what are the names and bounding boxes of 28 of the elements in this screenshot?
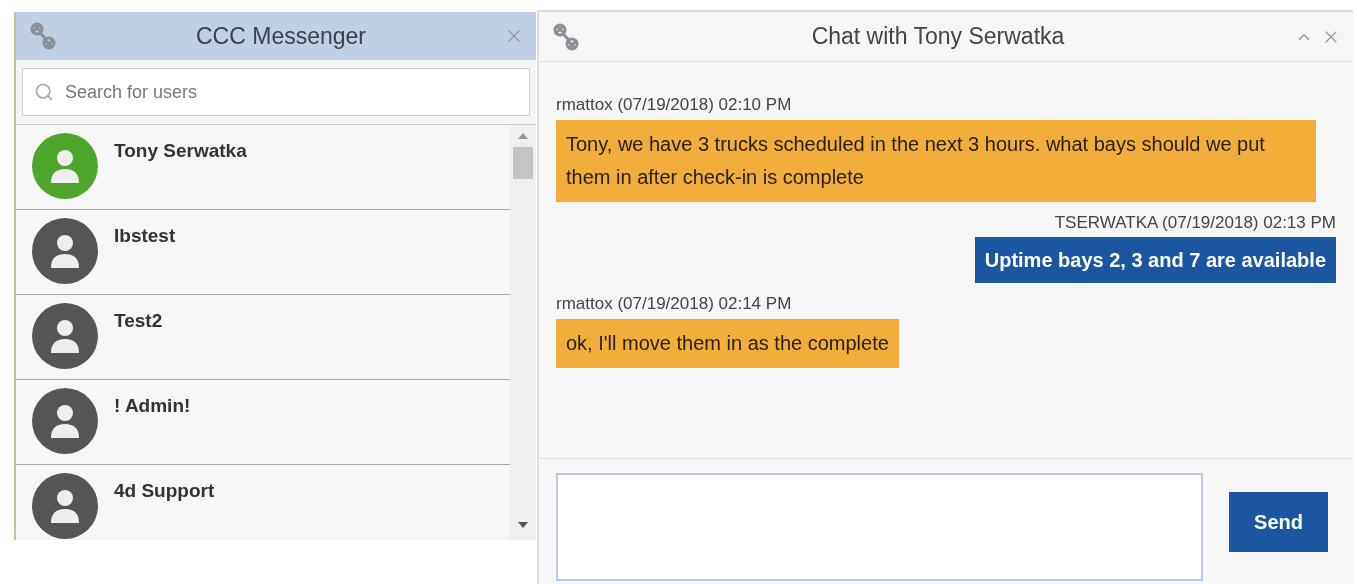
search-icon [34, 82, 54, 102]
message-meta: rmattox (07/19/2018) 02:10 PM [556, 94, 792, 116]
message-bubble: ok, I'll move them in as the complete [556, 318, 899, 368]
contact-item[interactable]: ! Admin! [16, 380, 510, 465]
contact-item[interactable]: Test2 [16, 295, 510, 380]
logo-icon [28, 21, 58, 51]
contact-item[interactable]: Tony Serwatka [16, 125, 510, 210]
contact-name: Ibstest [114, 224, 176, 248]
message-bubble: Uptime bays 2, 3 and 7 are available [974, 237, 1336, 283]
message-meta: rmattox (07/19/2018) 02:14 PM [556, 293, 792, 315]
scrollbar[interactable] [510, 125, 536, 540]
scroll-up-icon[interactable] [518, 133, 528, 139]
message-bubble: Tony, we have 3 trucks scheduled in the next 3 hours. what bays should we put them in after check-in is complete [556, 119, 1316, 202]
contact-name: ! Admin! [114, 394, 191, 418]
scroll-down-icon[interactable] [518, 522, 528, 528]
contact-name: Tony Serwatka [114, 139, 247, 163]
window-title: CCC Messenger [195, 21, 367, 51]
contact-item[interactable]: Ibstest [16, 210, 510, 295]
contact-item[interactable]: 4d Support [16, 465, 510, 540]
chat-title: Chat with Tony Serwatka [810, 22, 1066, 52]
logo-icon [551, 21, 581, 52]
message-meta: TSERWATKA (07/19/2018) 02:13 PM [1054, 211, 1336, 234]
contact-name: 4d Support [114, 479, 215, 503]
scroll-thumb[interactable] [513, 147, 533, 179]
search-field[interactable]: Search for users [22, 68, 530, 116]
send-button[interactable]: Send [1229, 491, 1328, 552]
contact-name: Test2 [114, 309, 163, 333]
message-input[interactable] [556, 472, 1203, 581]
